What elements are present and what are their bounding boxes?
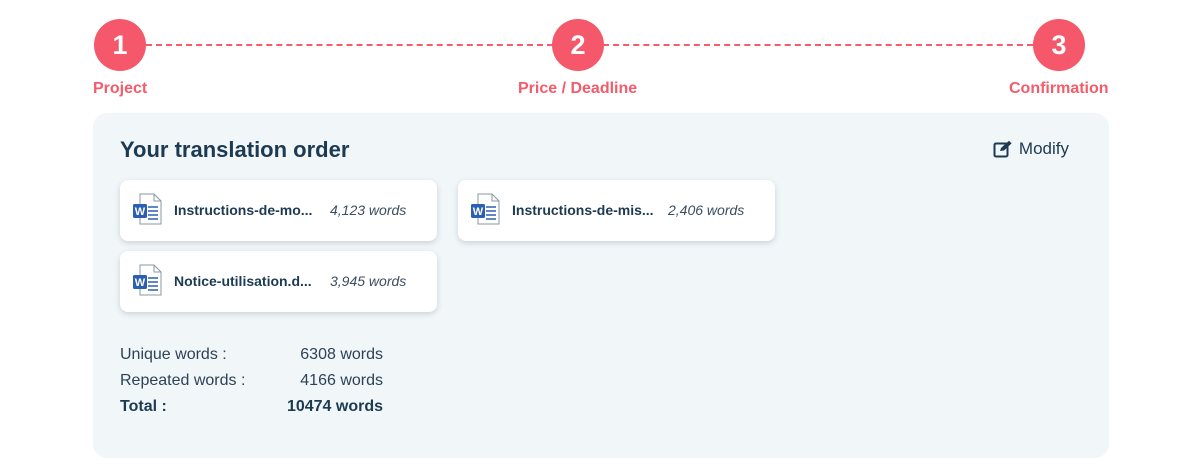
step-3-circle[interactable]: 3 — [1033, 19, 1085, 71]
order-page: 1 2 3 Project Price / Deadline Confirmat… — [0, 0, 1200, 468]
step-3-label: Confirmation — [1009, 80, 1109, 97]
word-document-icon: W — [132, 264, 162, 296]
repeated-words-label: Repeated words : — [120, 372, 246, 389]
modify-label: Modify — [1018, 139, 1069, 158]
total-words-value: 10474 words — [286, 398, 383, 415]
file-word-count: 2,406 words — [668, 202, 745, 218]
word-document-icon: W — [470, 193, 500, 225]
unique-words-label: Unique words : — [120, 346, 227, 363]
word-document-icon: W — [132, 193, 162, 225]
total-words-row: Total : 10474 words — [120, 398, 390, 424]
step-2-label: Price / Deadline — [518, 80, 638, 97]
file-card[interactable]: W Notice-utilisation.d... 3,945 words — [120, 251, 437, 312]
file-word-count: 4,123 words — [330, 202, 407, 218]
file-word-count: 3,945 words — [330, 273, 407, 289]
svg-text:W: W — [135, 206, 146, 218]
step-connector-2-3 — [603, 44, 1033, 46]
file-name: Instructions-de-mis... — [512, 202, 654, 218]
unique-words-row: Unique words : 6308 words — [120, 346, 390, 372]
step-1-circle[interactable]: 1 — [94, 19, 146, 71]
edit-icon — [993, 140, 1013, 158]
panel-title: Your translation order — [120, 137, 350, 162]
file-name: Notice-utilisation.d... — [174, 273, 312, 289]
word-count-summary: Unique words : 6308 words Repeated words… — [120, 346, 390, 424]
file-card[interactable]: W Instructions-de-mis... 2,406 words — [458, 180, 775, 241]
translation-order-panel: Your translation order Modify W Instruct… — [93, 113, 1109, 458]
step-connector-1-2 — [146, 44, 553, 46]
repeated-words-value: 4166 words — [300, 372, 383, 389]
repeated-words-row: Repeated words : 4166 words — [120, 372, 390, 398]
progress-stepper: 1 2 3 Project Price / Deadline Confirmat… — [0, 0, 1200, 110]
file-name: Instructions-de-mo... — [174, 202, 313, 218]
total-words-label: Total : — [120, 398, 167, 415]
file-card[interactable]: W Instructions-de-mo... 4,123 words — [120, 180, 437, 241]
step-1-label: Project — [93, 80, 148, 97]
step-2-circle[interactable]: 2 — [552, 19, 604, 71]
modify-button[interactable]: Modify — [993, 139, 1069, 159]
unique-words-value: 6308 words — [300, 346, 383, 363]
svg-text:W: W — [473, 206, 484, 218]
svg-text:W: W — [135, 277, 146, 289]
